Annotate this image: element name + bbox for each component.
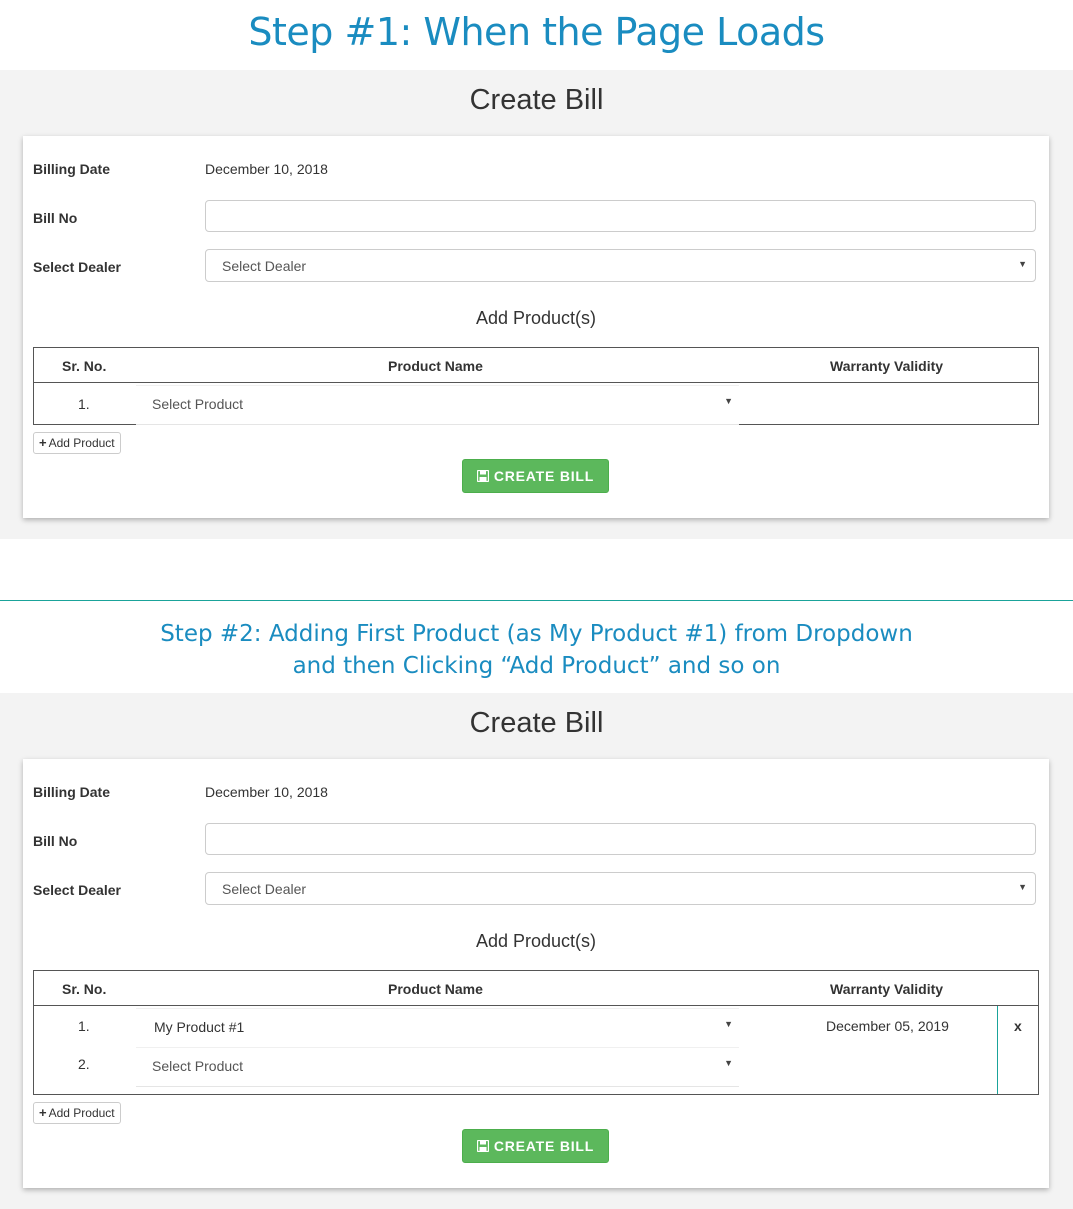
plus-icon: + [39,1105,47,1120]
chevron-down-icon: ▼ [724,396,733,406]
create-bill-label: CREATE BILL [493,1138,595,1154]
billing-date-label: Billing Date [33,161,111,177]
products-table: Sr. No. Product Name Warranty Validity 1… [33,347,1039,425]
products-heading: Add Product(s) [475,308,597,328]
warranty-validity: December 05, 2019 [826,1018,949,1034]
billing-date-value: December 10, 2018 [205,784,328,800]
row-sr-no: 1. [78,1018,90,1034]
products-heading: Add Product(s) [475,931,597,951]
product-select-value: Select Product [152,396,244,412]
product-select-value: Select Product [152,1058,244,1074]
add-product-button[interactable]: + Add Product [33,1102,121,1124]
remove-row-button[interactable]: x [1014,1018,1022,1034]
create-bill-form: Billing Date December 10, 2018 Bill No S… [23,759,1049,1188]
dealer-select[interactable]: Select Dealer ▼ [205,872,1036,905]
table-header-divider [34,1005,1038,1006]
step1-title: Step #1: When the Page Loads [248,10,825,54]
section-divider [0,600,1073,601]
column-header-product-name: Product Name [388,358,483,374]
save-icon [476,1140,489,1152]
product-select[interactable]: My Product #1 ▼ [136,1008,739,1048]
add-product-label: Add Product [48,1106,115,1120]
chevron-down-icon: ▼ [1018,259,1027,269]
product-select[interactable]: Select Product ▼ [136,1047,739,1087]
table-header-divider [34,382,1038,383]
page-title: Create Bill [469,707,604,739]
bill-no-input[interactable] [205,823,1036,855]
chevron-down-icon: ▼ [724,1019,733,1029]
billing-date-value: December 10, 2018 [205,161,328,177]
column-header-sr-no: Sr. No. [62,981,107,997]
column-header-product-name: Product Name [388,981,483,997]
plus-icon: + [39,435,47,450]
chevron-down-icon: ▼ [1018,882,1027,892]
bill-no-label: Bill No [33,210,78,226]
row-sr-no: 2. [78,1056,90,1072]
create-bill-button[interactable]: CREATE BILL [462,1129,609,1163]
column-header-warranty: Warranty Validity [830,358,944,374]
chevron-down-icon: ▼ [724,1058,733,1068]
save-icon [476,470,489,482]
dealer-label: Select Dealer [33,259,121,275]
dealer-label: Select Dealer [33,882,121,898]
create-bill-label: CREATE BILL [493,468,595,484]
column-header-warranty: Warranty Validity [830,981,944,997]
row-sr-no: 1. [78,396,90,412]
page-title: Create Bill [469,84,604,116]
create-bill-button[interactable]: CREATE BILL [462,459,609,493]
step2-title-line1: Step #2: Adding First Product (as My Pro… [160,621,913,647]
product-select-value: My Product #1 [154,1019,245,1035]
add-product-label: Add Product [48,436,115,450]
billing-date-label: Billing Date [33,784,111,800]
column-header-sr-no: Sr. No. [62,358,107,374]
dealer-select-value: Select Dealer [222,258,307,274]
dealer-select[interactable]: Select Dealer ▼ [205,249,1036,282]
bill-no-label: Bill No [33,833,78,849]
create-bill-form: Billing Date December 10, 2018 Bill No S… [23,136,1049,518]
dealer-select-value: Select Dealer [222,881,307,897]
step2-title-line2: and then Clicking “Add Product” and so o… [292,653,781,679]
add-product-button[interactable]: + Add Product [33,432,121,454]
step2-title: Step #2: Adding First Product (as My Pro… [0,618,1073,682]
product-select[interactable]: Select Product ▼ [136,385,739,425]
products-table: Sr. No. Product Name Warranty Validity 1… [33,970,1039,1095]
remove-column-divider [997,1006,998,1094]
bill-no-input[interactable] [205,200,1036,232]
